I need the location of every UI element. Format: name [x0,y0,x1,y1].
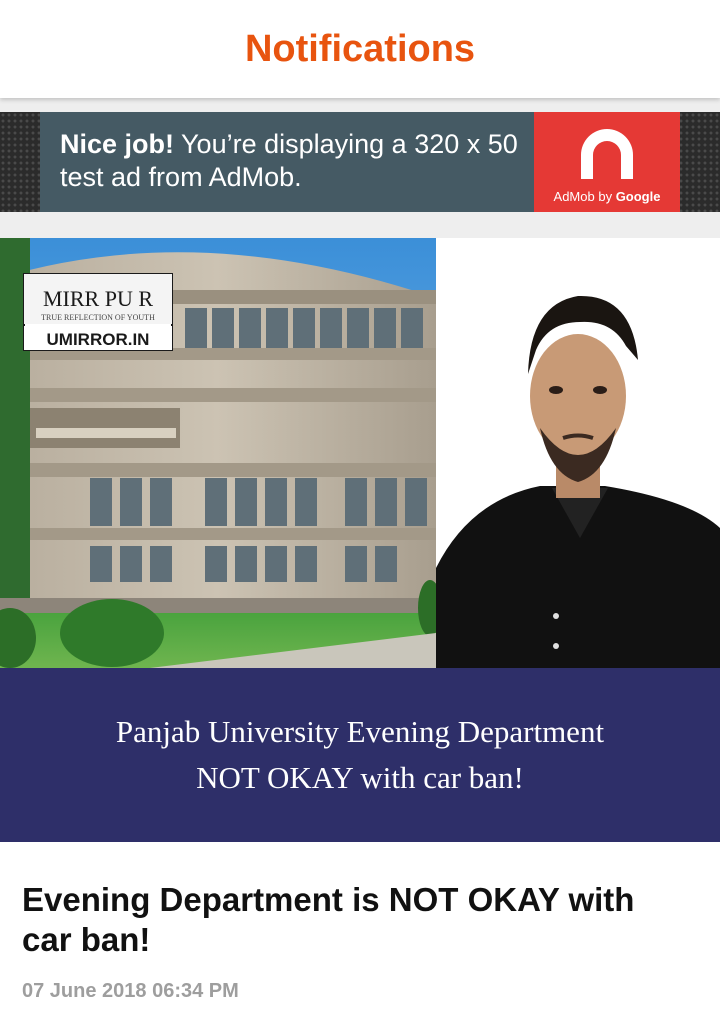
image-caption-line2: NOT OKAY with car ban! [196,760,524,795]
ad-banner-container: Nice job! You’re displaying a 320 x 50 t… [0,112,720,212]
image-caption-banner: Panjab University Evening Department NOT… [0,668,720,842]
ad-text-bold: Nice job! [60,129,175,159]
page-title: Notifications [244,27,476,70]
article-title[interactable]: Evening Department is NOT OKAY with car … [22,880,682,960]
article-timestamp: 07 June 2018 06:34 PM [22,980,239,1002]
article-image[interactable]: MIRR PU R TRUE REFLECTION OF YOUTH UMIRR… [0,238,720,842]
app-bar: Notifications [0,0,720,98]
admob-caption-brand: Google [615,189,661,204]
admob-test-ad[interactable]: Nice job! You’re displaying a 320 x 50 t… [40,112,680,212]
admob-caption-prefix: AdMob by [553,189,616,204]
admob-logo-icon [581,129,633,179]
ad-text[interactable]: Nice job! You’re displaying a 320 x 50 t… [40,112,534,212]
portrait-photo [436,238,720,668]
notification-card[interactable]: MIRR PU R TRUE REFLECTION OF YOUTH UMIRR… [0,238,720,1032]
admob-caption: AdMob by Google [534,189,680,204]
image-caption-line1: Panjab University Evening Department [116,714,605,749]
admob-logo-panel[interactable]: AdMob by Google [534,112,680,212]
watermark-tagline: TRUE REFLECTION OF YOUTH [41,313,155,322]
watermark-site: UMIRROR.IN [47,330,150,349]
watermark-logo: MIRR PU R [43,286,153,311]
umirror-watermark: MIRR PU R TRUE REFLECTION OF YOUTH UMIRR… [23,273,173,351]
